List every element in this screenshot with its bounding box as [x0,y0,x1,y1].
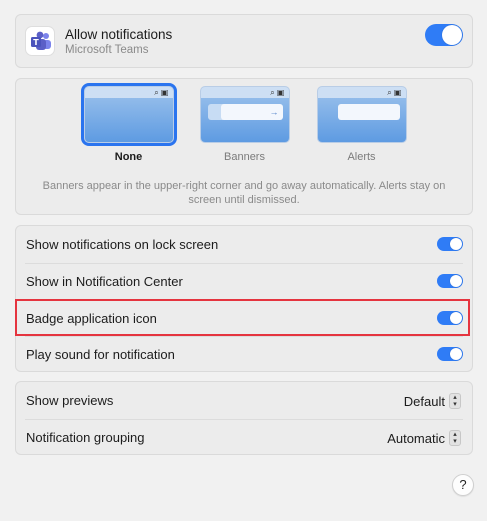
allow-notifications-label: Allow notifications [65,27,173,42]
show-previews-select[interactable]: Default ▴ ▾ [404,393,461,409]
allow-notifications-toggle[interactable] [425,24,463,46]
badge-icon-row: Badge application icon [16,300,472,337]
arrow-right-icon: → [269,107,279,117]
notification-center-toggle[interactable] [437,274,463,288]
show-previews-row: Show previews Default ▴ ▾ [16,382,472,419]
alert-style-description: Banners appear in the upper-right corner… [42,180,446,206]
menubar-icons: ⌕ ▣ [154,88,169,97]
notification-center-label: Show in Notification Center [26,274,183,289]
show-previews-label: Show previews [26,393,114,408]
app-header-card: T Allow notifications Microsoft Teams [15,14,473,68]
alert-style-alerts[interactable]: ⌕ ▣ Alerts [314,86,409,163]
app-name-label: Microsoft Teams [65,44,149,56]
chevron-up-down-icon: ▴ ▾ [449,430,461,446]
lock-screen-label: Show notifications on lock screen [26,237,219,252]
play-sound-row: Play sound for notification [16,336,472,373]
alert-style-none-label: None [114,151,143,163]
alert-style-none[interactable]: ⌕ ▣ None [80,83,177,163]
notification-grouping-label: Notification grouping [26,430,145,445]
alert-style-banners-preview: ⌕ ▣ → [199,86,290,143]
alert-style-banners-label: Banners [224,151,265,163]
toggle-knob [450,348,462,360]
microsoft-teams-icon: T [25,26,55,56]
lock-screen-toggle[interactable] [437,237,463,251]
help-button[interactable]: ? [452,474,474,496]
notification-grouping-row: Notification grouping Automatic ▴ ▾ [16,419,472,456]
notification-grouping-select[interactable]: Automatic ▴ ▾ [387,430,461,446]
alert-bubble [337,104,400,120]
chevron-up-down-icon: ▴ ▾ [449,393,461,409]
play-sound-label: Play sound for notification [26,347,175,362]
toggle-knob [442,25,462,45]
toggle-knob [450,238,462,250]
notification-options-card: Show notifications on lock screen Show i… [15,225,473,372]
menubar-icons: ⌕ ▣ [270,88,285,97]
alert-style-alerts-label: Alerts [347,151,376,163]
notification-center-row: Show in Notification Center [16,263,472,300]
lock-screen-row: Show notifications on lock screen [16,226,472,263]
toggle-knob [450,312,462,324]
toggle-knob [450,275,462,287]
play-sound-toggle[interactable] [437,347,463,361]
show-previews-value: Default [403,393,445,409]
menubar-icons: ⌕ ▣ [387,88,402,97]
badge-icon-toggle[interactable] [437,311,463,325]
svg-text:T: T [33,38,39,47]
alert-style-alerts-preview: ⌕ ▣ [316,86,407,143]
badge-icon-label: Badge application icon [26,311,157,326]
alert-style-banners[interactable]: ⌕ ▣ → Banners [197,86,292,163]
alert-style-card: ⌕ ▣ None ⌕ ▣ → Banners ⌕ ▣ Alerts Banner… [15,78,473,215]
preview-options-card: Show previews Default ▴ ▾ Notification gr… [15,381,473,455]
banner-bubble: → [220,104,283,120]
notification-grouping-value: Automatic [387,430,445,446]
alert-style-none-preview: ⌕ ▣ [80,83,177,146]
